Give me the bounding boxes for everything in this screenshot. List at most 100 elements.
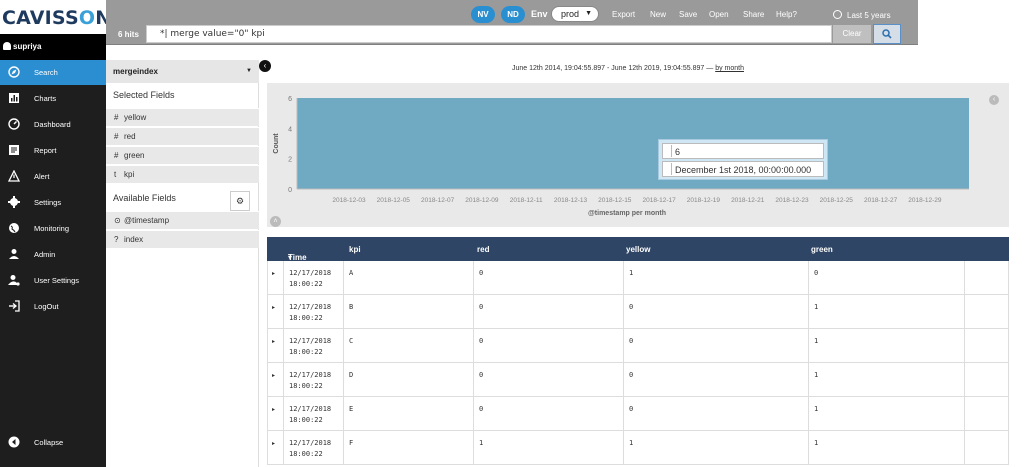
field-item-index[interactable]: ? index <box>106 230 259 248</box>
time-range-label: Last 5 years <box>847 11 891 20</box>
field-item-kpi[interactable]: t kpi <box>106 165 259 183</box>
search-toolbar: NV ND Env prod ▼ Export New Save Open Sh… <box>106 0 918 45</box>
table-row[interactable]: ▸ 12/17/2018 18:00:22 E 0 0 1 <box>267 397 1009 431</box>
query-input[interactable]: *| merge value="0" kpi <box>146 25 832 43</box>
expand-row-icon[interactable]: ▸ <box>272 440 275 447</box>
nav-label: Search <box>34 68 58 77</box>
clear-button[interactable]: Clear <box>833 25 871 43</box>
env-select[interactable]: prod ▼ <box>551 6 599 22</box>
field-item-red[interactable]: # red <box>106 127 259 145</box>
index-select[interactable]: mergeindex ▼ <box>106 60 259 83</box>
nav-item-logout[interactable]: LogOut <box>0 294 106 319</box>
help-menu[interactable]: Help? <box>776 10 797 19</box>
cell-yellow: 0 <box>623 363 808 397</box>
table-row[interactable]: ▸ 12/17/2018 18:00:22 D 0 0 1 <box>267 363 1009 397</box>
cell-yellow: 0 <box>623 329 808 363</box>
nav-item-admin[interactable]: Admin <box>0 242 106 267</box>
cell-date-text: 12/17/2018 <box>289 439 332 447</box>
x-tick-label: 2018-12-17 <box>642 197 676 204</box>
y-tick-label: 2 <box>288 157 292 164</box>
search-button[interactable] <box>873 24 901 44</box>
field-item-timestamp[interactable]: ⊙ @timestamp <box>106 211 259 229</box>
gear-icon <box>8 196 20 208</box>
column-header-red[interactable]: red <box>477 245 489 254</box>
table-row[interactable]: ▸ 12/17/2018 18:00:22 B 0 0 1 <box>267 295 1009 329</box>
field-settings-button[interactable]: ⚙ <box>230 191 250 211</box>
interval-link[interactable]: by month <box>715 65 744 72</box>
x-tick-label: 2018-12-07 <box>421 197 455 204</box>
cell-empty <box>964 295 1010 329</box>
chevron-left-icon: ‹ <box>992 96 996 103</box>
export-menu[interactable]: Export <box>612 10 635 19</box>
chevron-up-icon: ˄ <box>273 218 278 225</box>
nav-item-dashboard[interactable]: Dashboard <box>0 112 106 137</box>
field-name: yellow <box>124 113 147 122</box>
clock-type-icon: ⊙ <box>114 216 121 225</box>
cell-yellow: 0 <box>623 397 808 431</box>
user-settings-icon <box>8 275 20 286</box>
x-tick-label: 2018-12-09 <box>465 197 499 204</box>
cell-kpi: D <box>343 363 473 397</box>
expand-row-icon[interactable]: ▸ <box>272 406 275 413</box>
nav-item-alert[interactable]: Alert <box>0 164 106 189</box>
x-tick-label: 2018-12-05 <box>377 197 411 204</box>
nav-label: Monitoring <box>34 224 70 233</box>
nav-collapse[interactable]: Collapse <box>0 430 106 455</box>
nav-item-user-settings[interactable]: User Settings <box>0 268 106 293</box>
table-row[interactable]: ▸ 12/17/2018 18:00:22 A 0 1 0 <box>267 261 1009 295</box>
number-type-icon: # <box>114 132 119 141</box>
cell-time-text: 18:00:22 <box>289 280 323 288</box>
field-name: green <box>124 151 145 160</box>
user-icon <box>3 42 11 50</box>
nd-button[interactable]: ND <box>501 6 525 23</box>
x-tick-label: 2018-12-27 <box>864 197 898 204</box>
cell-green: 1 <box>808 431 964 465</box>
y-tick-label: 0 <box>288 187 292 194</box>
expand-row-icon[interactable]: ▸ <box>272 338 275 345</box>
nav-item-report[interactable]: Report <box>0 138 106 163</box>
column-header-green[interactable]: green <box>811 245 833 254</box>
cell-green: 1 <box>808 295 964 329</box>
column-header-kpi[interactable]: kpi <box>349 245 361 254</box>
field-item-green[interactable]: # green <box>106 146 259 164</box>
cell-green: 1 <box>808 363 964 397</box>
open-menu[interactable]: Open <box>709 10 729 19</box>
table-row[interactable]: ▸ 12/17/2018 18:00:22 F 1 1 1 <box>267 431 1009 465</box>
text-type-icon: t <box>114 170 117 179</box>
nv-button[interactable]: NV <box>471 6 495 23</box>
chart-tooltip: 6 December 1st 2018, 00:00:00.000 <box>658 139 828 180</box>
cell-time-text: 18:00:22 <box>289 314 323 322</box>
sidebar-collapse-button[interactable]: ‹ <box>259 60 271 72</box>
cell-time: 12/17/2018 18:00:22 <box>283 397 343 431</box>
selected-fields-title: Selected Fields <box>113 90 175 100</box>
tooltip-value: 6 <box>662 143 824 159</box>
expand-row-icon[interactable]: ▸ <box>272 372 275 379</box>
cell-yellow: 1 <box>623 261 808 295</box>
nav-item-charts[interactable]: Charts <box>0 86 106 111</box>
nav-item-settings[interactable]: Settings <box>0 190 106 215</box>
nav-item-monitoring[interactable]: Monitoring <box>0 216 106 241</box>
table-row[interactable]: ▸ 12/17/2018 18:00:22 C 0 0 1 <box>267 329 1009 363</box>
x-tick-label: 2018-12-13 <box>554 197 588 204</box>
chart-legend-toggle[interactable]: ‹ <box>989 95 999 105</box>
histogram-chart: 0 2 4 6 Count 2018-12-03 2018-12-05 2018-12-07 2… <box>273 96 969 217</box>
number-type-icon: # <box>114 113 119 122</box>
chevron-down-icon: ▼ <box>246 68 252 74</box>
expand-row-icon[interactable]: ▸ <box>272 304 275 311</box>
column-header-yellow[interactable]: yellow <box>626 245 650 254</box>
chart-collapse-button[interactable]: ˄ <box>270 216 281 227</box>
cell-empty <box>964 261 1010 295</box>
save-menu[interactable]: Save <box>679 10 697 19</box>
time-range-picker[interactable]: Last 5 years <box>833 10 891 20</box>
new-menu[interactable]: New <box>650 10 666 19</box>
env-value: prod <box>561 9 580 19</box>
user-profile[interactable]: supriya <box>0 34 106 60</box>
cell-kpi: C <box>343 329 473 363</box>
share-menu[interactable]: Share <box>743 10 764 19</box>
field-item-yellow[interactable]: # yellow <box>106 108 259 126</box>
alert-icon <box>8 170 20 182</box>
globe-icon <box>9 223 19 233</box>
expand-row-icon[interactable]: ▸ <box>272 270 275 277</box>
nav-item-search[interactable]: Search <box>0 60 106 85</box>
cell-time: 12/17/2018 18:00:22 <box>283 261 343 295</box>
